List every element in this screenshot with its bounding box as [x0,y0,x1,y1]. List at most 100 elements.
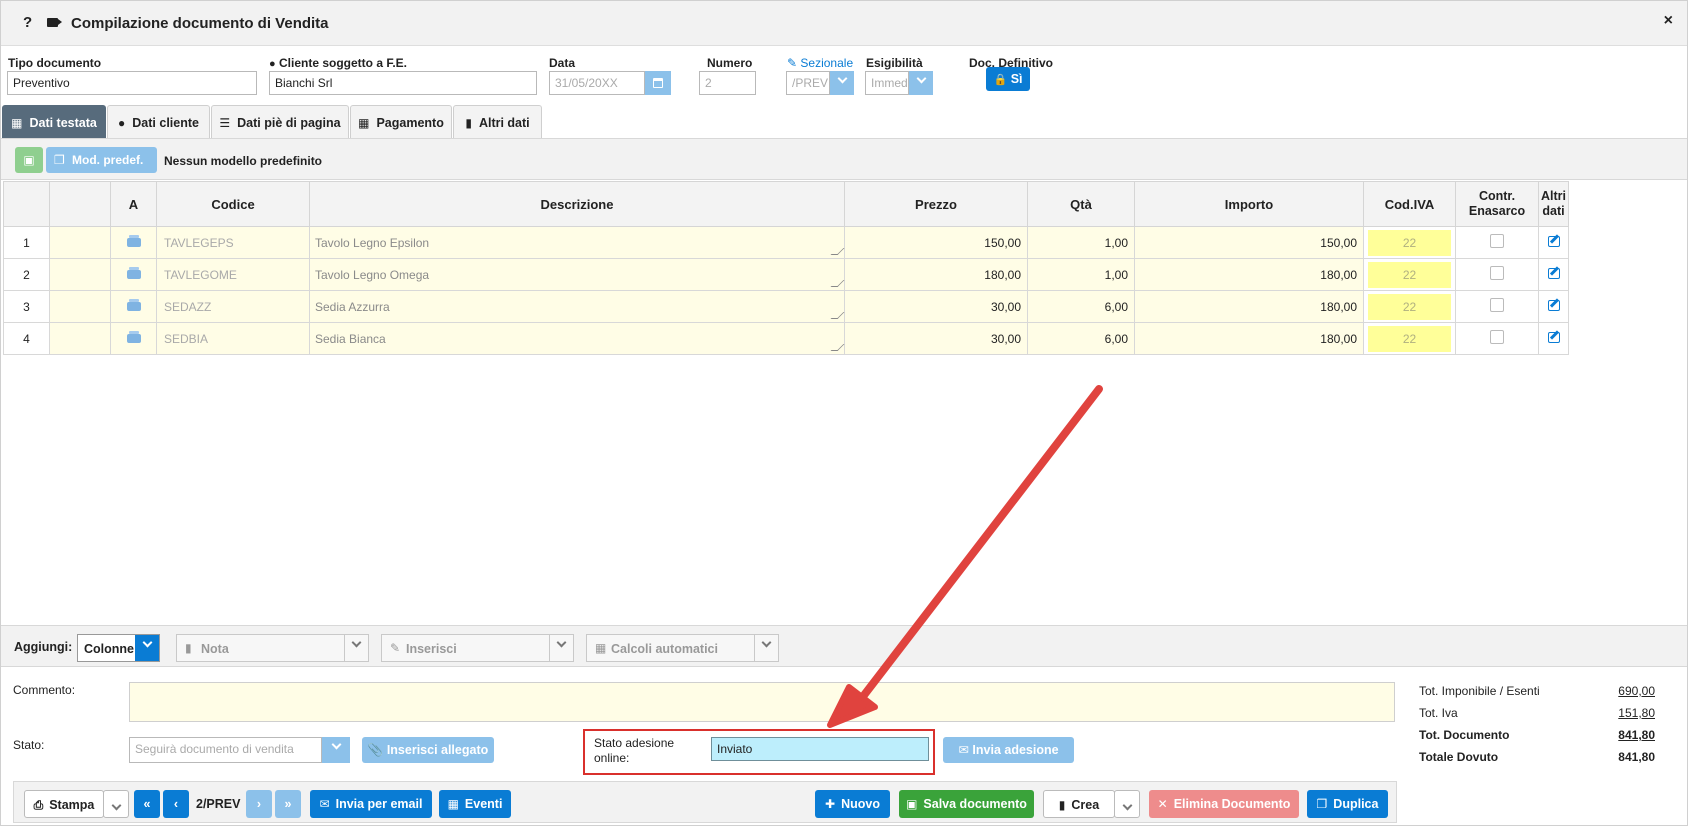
esigibilita-input[interactable]: Immed [865,71,909,95]
table-row[interactable]: 1 TAVLEGEPS Tavolo Legno Epsilon 150,00 1,00… [3,226,1569,259]
tab-dati-cliente[interactable]: ● Dati cliente [107,105,210,139]
edit-icon[interactable] [1547,267,1560,279]
article-box-icon[interactable] [126,330,141,343]
nota-dropdown[interactable] [344,635,368,661]
row-importo[interactable]: 150,00 [1134,226,1364,259]
sezionale-link[interactable]: ✎ Sezionale [787,56,853,70]
stampa-dropdown[interactable] [103,790,129,818]
row-empty-cell[interactable] [49,258,111,291]
first-record-button[interactable]: « [134,790,160,818]
row-qta[interactable]: 1,00 [1027,258,1135,291]
last-record-button[interactable]: » [275,790,301,818]
tab-altri-dati[interactable]: ▮ Altri dati [453,105,542,139]
invia-adesione-button[interactable]: ✉ Invia adesione [943,737,1074,763]
col-header-enasarco[interactable]: Contr. Enasarco [1455,181,1539,227]
row-codice[interactable]: SEDBIA [156,322,310,355]
row-qta[interactable]: 1,00 [1027,226,1135,259]
edit-icon[interactable] [1547,235,1560,247]
data-input[interactable]: 31/05/20XX [549,71,645,95]
numero-input[interactable]: 2 [699,71,756,95]
row-cod-iva[interactable]: 22 [1363,322,1456,355]
calcoli-dropdown[interactable] [754,635,778,661]
table-row[interactable]: 2 TAVLEGOME Tavolo Legno Omega 180,00 1,00 18… [3,258,1569,291]
article-box-icon[interactable] [126,266,141,279]
inserisci-dropdown[interactable] [549,635,573,661]
row-descrizione[interactable]: Tavolo Legno Omega [309,258,845,291]
resize-grip-icon[interactable] [830,344,845,351]
tipo-documento-input[interactable]: Preventivo [7,71,257,95]
row-article-cell[interactable] [110,290,157,323]
cliente-input[interactable]: Bianchi Srl [269,71,537,95]
col-header-descrizione[interactable]: Descrizione [309,181,845,227]
elimina-documento-button[interactable]: ✕ Elimina Documento [1149,790,1299,818]
article-box-icon[interactable] [126,234,141,247]
invia-email-button[interactable]: ✉ Invia per email [310,790,432,818]
colonne-dropdown[interactable] [135,635,159,661]
doc-definitivo-button[interactable]: 🔒 Sì [986,67,1030,91]
col-header-qta[interactable]: Qtà [1027,181,1135,227]
crea-dropdown[interactable] [1114,790,1140,818]
next-record-button[interactable]: › [246,790,272,818]
row-qta[interactable]: 6,00 [1027,322,1135,355]
calcoli-select[interactable]: ▦ Calcoli automatici [586,634,779,662]
crea-button[interactable]: ▮ Crea [1043,790,1115,818]
row-article-cell[interactable] [110,226,157,259]
tab-dati-testata[interactable]: ▦ Dati testata [2,105,106,139]
row-prezzo[interactable]: 150,00 [844,226,1028,259]
row-empty-cell[interactable] [49,290,111,323]
stato-adesione-input[interactable]: Inviato [711,737,929,761]
row-importo[interactable]: 180,00 [1134,258,1364,291]
inserisci-allegato-button[interactable]: 📎 Inserisci allegato [362,737,494,763]
inserisci-select[interactable]: ✎ Inserisci [381,634,574,662]
col-header-codice[interactable]: Codice [156,181,310,227]
resize-grip-icon[interactable] [830,280,845,287]
col-header-cod-iva[interactable]: Cod.IVA [1363,181,1456,227]
sezionale-input[interactable]: /PREV [786,71,830,95]
enasarco-checkbox[interactable] [1490,298,1504,312]
row-importo[interactable]: 180,00 [1134,322,1364,355]
stato-dropdown[interactable] [322,737,350,763]
salva-documento-button[interactable]: ▣ Salva documento [899,790,1034,818]
row-prezzo[interactable]: 180,00 [844,258,1028,291]
row-descrizione[interactable]: Sedia Azzurra [309,290,845,323]
resize-grip-icon[interactable] [830,312,845,319]
table-row[interactable]: 4 SEDBIA Sedia Bianca 30,00 6,00 180,00 22 [3,322,1569,355]
tab-pagamento[interactable]: ▦ Pagamento [350,105,452,139]
row-article-cell[interactable] [110,258,157,291]
row-descrizione[interactable]: Sedia Bianca [309,322,845,355]
row-codice[interactable]: SEDAZZ [156,290,310,323]
colonne-select[interactable]: Colonne [77,634,160,662]
calendar-button[interactable] [645,71,671,95]
sezionale-dropdown[interactable] [830,71,854,95]
col-header-importo[interactable]: Importo [1134,181,1364,227]
row-empty-cell[interactable] [49,322,111,355]
row-article-cell[interactable] [110,322,157,355]
mod-predef-button[interactable]: ❐ Mod. predef. [46,147,157,173]
resize-grip-icon[interactable] [830,248,845,255]
col-header-prezzo[interactable]: Prezzo [844,181,1028,227]
article-box-icon[interactable] [126,298,141,311]
enasarco-checkbox[interactable] [1490,234,1504,248]
row-prezzo[interactable]: 30,00 [844,322,1028,355]
commento-textarea[interactable] [129,682,1395,722]
table-row[interactable]: 3 SEDAZZ Sedia Azzurra 30,00 6,00 180,00 22 [3,290,1569,323]
row-importo[interactable]: 180,00 [1134,290,1364,323]
nota-select[interactable]: ▮ Nota [176,634,369,662]
edit-icon[interactable] [1547,299,1560,311]
help-icon[interactable]: ? [23,14,32,31]
stato-input[interactable]: Seguirà documento di vendita [129,737,322,763]
row-cod-iva[interactable]: 22 [1363,258,1456,291]
row-codice[interactable]: TAVLEGOME [156,258,310,291]
eventi-button[interactable]: ▦ Eventi [439,790,511,818]
video-camera-icon[interactable] [47,18,58,27]
row-empty-cell[interactable] [49,226,111,259]
duplica-button[interactable]: ❐ Duplica [1307,790,1388,818]
row-codice[interactable]: TAVLEGEPS [156,226,310,259]
col-header-altri-dati[interactable]: Altri dati [1538,181,1569,227]
col-header-a[interactable]: A [110,181,157,227]
enasarco-checkbox[interactable] [1490,266,1504,280]
row-qta[interactable]: 6,00 [1027,290,1135,323]
row-cod-iva[interactable]: 22 [1363,290,1456,323]
enasarco-checkbox[interactable] [1490,330,1504,344]
save-model-button[interactable]: ▣ [15,147,43,173]
